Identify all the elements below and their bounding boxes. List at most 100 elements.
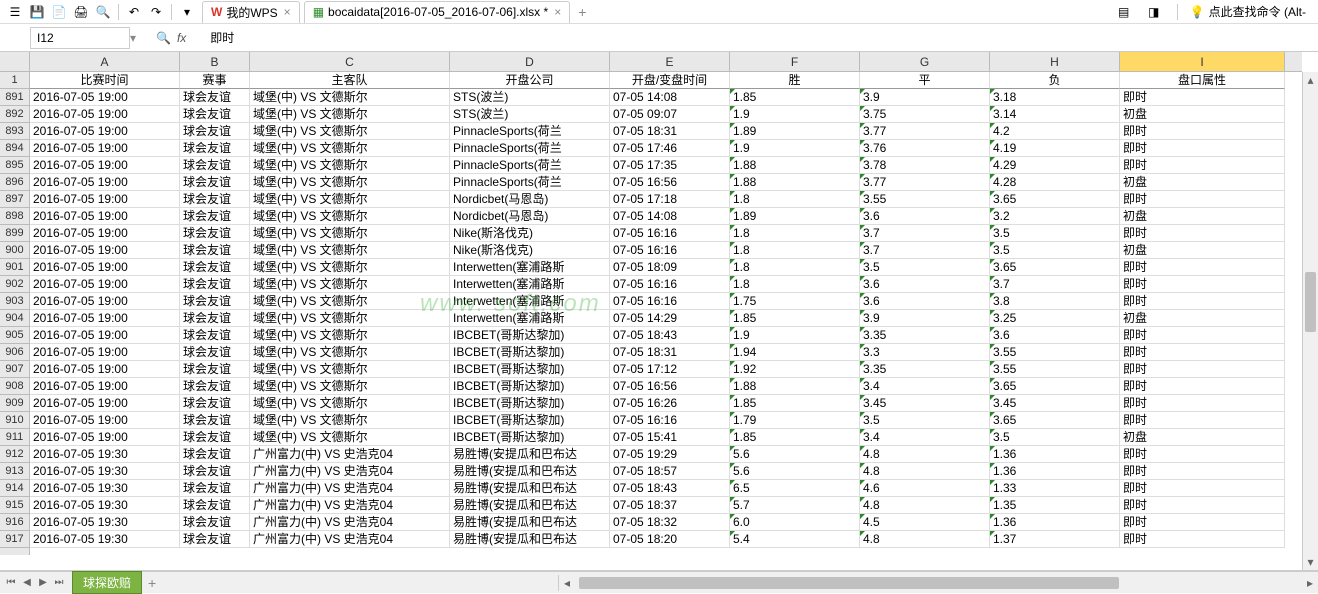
- column-header[interactable]: C: [250, 52, 450, 71]
- cell[interactable]: IBCBET(哥斯达黎加): [450, 412, 610, 429]
- cell[interactable]: 3.2: [990, 208, 1120, 225]
- cell[interactable]: 易胜博(安提瓜和巴布达: [450, 446, 610, 463]
- cell[interactable]: 6.5: [730, 480, 860, 497]
- cell[interactable]: 2016-07-05 19:00: [30, 208, 180, 225]
- cell[interactable]: 负: [990, 72, 1120, 89]
- cell[interactable]: 3.7: [990, 276, 1120, 293]
- cell[interactable]: 球会友谊: [180, 531, 250, 548]
- sheet-nav-last-icon[interactable]: ⏭: [52, 576, 66, 590]
- cell[interactable]: 球会友谊: [180, 89, 250, 106]
- add-sheet-button[interactable]: +: [148, 575, 156, 591]
- cell[interactable]: 3.14: [990, 106, 1120, 123]
- cell[interactable]: 2016-07-05 19:30: [30, 446, 180, 463]
- cell[interactable]: 即时: [1120, 378, 1285, 395]
- cell[interactable]: 5.7: [730, 497, 860, 514]
- cell[interactable]: 3.4: [860, 429, 990, 446]
- cell[interactable]: 5.4: [730, 531, 860, 548]
- grid-icon[interactable]: ▤: [1115, 3, 1133, 21]
- cell[interactable]: 即时: [1120, 446, 1285, 463]
- row-header[interactable]: 900: [0, 242, 29, 259]
- cell[interactable]: PinnacleSports(荷兰: [450, 123, 610, 140]
- cell[interactable]: 1.36: [990, 446, 1120, 463]
- cell[interactable]: 07-05 16:16: [610, 242, 730, 259]
- dropdown-icon[interactable]: ▾: [178, 3, 196, 21]
- cell[interactable]: 2016-07-05 19:00: [30, 395, 180, 412]
- cell[interactable]: 即时: [1120, 531, 1285, 548]
- cell[interactable]: 球会友谊: [180, 293, 250, 310]
- cell[interactable]: 1.8: [730, 191, 860, 208]
- cell[interactable]: 3.8: [990, 293, 1120, 310]
- cell[interactable]: 2016-07-05 19:00: [30, 106, 180, 123]
- cell[interactable]: 07-05 16:16: [610, 412, 730, 429]
- cell[interactable]: 球会友谊: [180, 157, 250, 174]
- cell[interactable]: 开盘公司: [450, 72, 610, 89]
- cell[interactable]: Interwetten(塞浦路斯: [450, 310, 610, 327]
- column-header[interactable]: I: [1120, 52, 1285, 71]
- cell[interactable]: 开盘/变盘时间: [610, 72, 730, 89]
- cell[interactable]: 域堡(中) VS 文德斯尔: [250, 310, 450, 327]
- cell[interactable]: 即时: [1120, 361, 1285, 378]
- cell[interactable]: 1.92: [730, 361, 860, 378]
- row-header[interactable]: 903: [0, 293, 29, 310]
- scroll-thumb[interactable]: [579, 577, 1119, 589]
- cell[interactable]: 广州富力(中) VS 史浩克04: [250, 446, 450, 463]
- column-header[interactable]: A: [30, 52, 180, 71]
- cell[interactable]: 3.78: [860, 157, 990, 174]
- cell[interactable]: 3.77: [860, 174, 990, 191]
- cell[interactable]: 07-05 17:46: [610, 140, 730, 157]
- cell[interactable]: 1.8: [730, 225, 860, 242]
- cell[interactable]: 2016-07-05 19:00: [30, 225, 180, 242]
- cell[interactable]: 2016-07-05 19:00: [30, 361, 180, 378]
- search-command[interactable]: 💡点此查找命令 (Alt-: [1190, 3, 1306, 20]
- cell[interactable]: 3.45: [860, 395, 990, 412]
- cell[interactable]: 3.55: [990, 344, 1120, 361]
- cell[interactable]: 3.35: [860, 361, 990, 378]
- cell[interactable]: 初盘: [1120, 106, 1285, 123]
- cell[interactable]: 即时: [1120, 276, 1285, 293]
- cell[interactable]: 3.35: [860, 327, 990, 344]
- cell[interactable]: 球会友谊: [180, 327, 250, 344]
- cell[interactable]: 2016-07-05 19:00: [30, 293, 180, 310]
- cell[interactable]: 1.85: [730, 429, 860, 446]
- cell[interactable]: 5.6: [730, 446, 860, 463]
- cell[interactable]: 易胜博(安提瓜和巴布达: [450, 531, 610, 548]
- fx-button[interactable]: fx: [177, 31, 186, 45]
- cell[interactable]: 2016-07-05 19:30: [30, 497, 180, 514]
- cell[interactable]: 07-05 16:26: [610, 395, 730, 412]
- cell[interactable]: 5.6: [730, 463, 860, 480]
- cell[interactable]: 07-05 14:29: [610, 310, 730, 327]
- cell[interactable]: 盘口属性: [1120, 72, 1285, 89]
- cell[interactable]: 广州富力(中) VS 史浩克04: [250, 463, 450, 480]
- cell[interactable]: 域堡(中) VS 文德斯尔: [250, 225, 450, 242]
- column-header[interactable]: B: [180, 52, 250, 71]
- cell[interactable]: 球会友谊: [180, 412, 250, 429]
- cell[interactable]: 07-05 19:29: [610, 446, 730, 463]
- cell[interactable]: 2016-07-05 19:30: [30, 463, 180, 480]
- cell[interactable]: 比赛时间: [30, 72, 180, 89]
- cell[interactable]: 3.7: [860, 242, 990, 259]
- cell[interactable]: 球会友谊: [180, 208, 250, 225]
- cell[interactable]: 4.8: [860, 531, 990, 548]
- cell[interactable]: 3.6: [860, 293, 990, 310]
- formula-input[interactable]: [204, 27, 1318, 49]
- cell[interactable]: 4.2: [990, 123, 1120, 140]
- sheet-nav-first-icon[interactable]: ⏮: [4, 576, 18, 590]
- scroll-right-icon[interactable]: ▸: [1302, 575, 1318, 591]
- cell[interactable]: 1.85: [730, 395, 860, 412]
- row-header[interactable]: 901: [0, 259, 29, 276]
- cell[interactable]: 3.7: [860, 225, 990, 242]
- cell[interactable]: 1.33: [990, 480, 1120, 497]
- cell[interactable]: 即时: [1120, 395, 1285, 412]
- cell[interactable]: PinnacleSports(荷兰: [450, 140, 610, 157]
- cell[interactable]: Nordicbet(马恩岛): [450, 191, 610, 208]
- cell[interactable]: 广州富力(中) VS 史浩克04: [250, 514, 450, 531]
- cell[interactable]: 1.9: [730, 140, 860, 157]
- cell[interactable]: 07-05 18:31: [610, 123, 730, 140]
- cell[interactable]: 3.6: [860, 208, 990, 225]
- row-header[interactable]: 916: [0, 514, 29, 531]
- row-header[interactable]: 904: [0, 310, 29, 327]
- cell[interactable]: Interwetten(塞浦路斯: [450, 276, 610, 293]
- cell[interactable]: 1.36: [990, 514, 1120, 531]
- cell[interactable]: 3.5: [990, 242, 1120, 259]
- name-box-dropdown-icon[interactable]: ▾: [130, 31, 146, 45]
